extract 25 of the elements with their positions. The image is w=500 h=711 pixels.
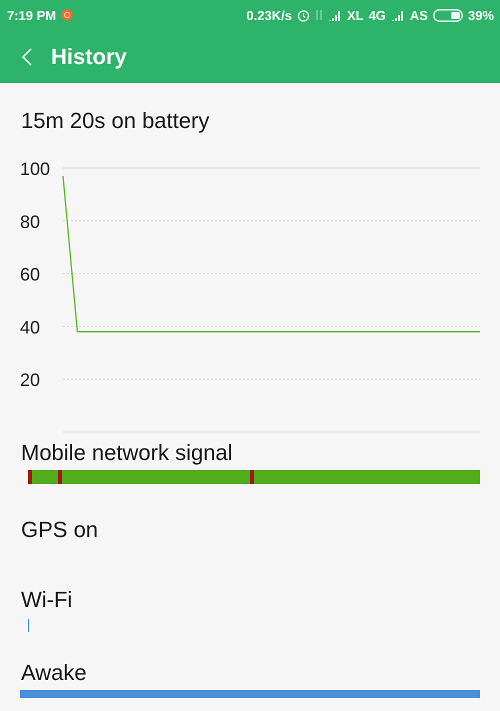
data-arrows-icon [314,9,323,21]
signal-icon [328,10,342,20]
status-time: 7:19 PM [7,8,56,22]
axis-tick-label: 20 [20,370,40,390]
section-label: Wi-Fi [21,587,74,614]
axis-tick-label: 40 [20,317,40,338]
wifi-mark [28,619,29,632]
battery-summary: 15m 20s on battery [21,108,210,135]
section-label: Awake [21,660,88,687]
carrier-label: AS [410,8,428,22]
back-icon[interactable] [21,46,33,66]
battery-icon [432,8,463,22]
network-speed: 0.23K/s [246,8,292,22]
notification-icon [61,9,74,21]
section-label: GPS on [21,517,100,544]
axis-tick-label: 100 [20,159,50,179]
axis-tick-label: 60 [20,264,40,285]
axis-tick-label: 80 [20,212,40,232]
network-type: 4G [368,8,386,22]
signal-icon [390,10,405,20]
section-label: Mobile network signal [21,440,234,467]
alarm-icon [296,8,310,22]
screen-title: History [51,44,127,70]
carrier-label: XL [346,8,364,22]
battery-percent: 39% [468,8,494,22]
